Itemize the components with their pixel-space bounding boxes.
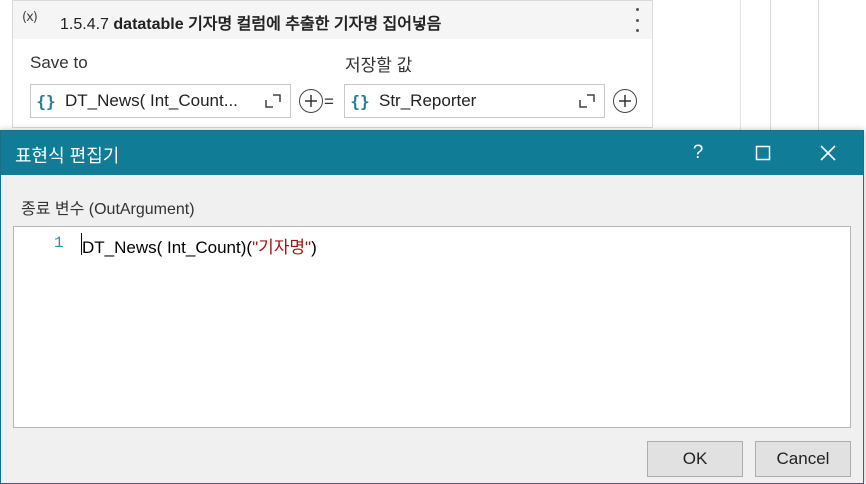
maximize-button[interactable]	[732, 131, 794, 175]
help-button[interactable]: ?	[667, 131, 729, 175]
brace-icon: {}	[36, 91, 56, 111]
ok-button[interactable]: OK	[647, 441, 743, 477]
dialog-title: 표현식 편집기	[15, 146, 120, 166]
expression-code[interactable]: DT_News( Int_Count)("기자명")	[82, 233, 317, 258]
value-field[interactable]: {} Str_Reporter	[344, 84, 605, 118]
line-number: 1	[54, 234, 64, 252]
activity-title: 1.5.4.7 datatable 기자명 컬럼에 추출한 기자명 집어넣음	[60, 10, 441, 34]
expression-editor[interactable]: 1 DT_News( Int_Count)("기자명")	[13, 226, 851, 428]
equals-sign: =	[324, 92, 334, 111]
code-suffix: )	[311, 238, 317, 257]
activity-header[interactable]: (x) 1.5.4.7 datatable 기자명 컬럼에 추출한 기자명 집어…	[13, 1, 652, 39]
argument-label: 종료 변수 (OutArgument)	[21, 201, 195, 218]
maximize-icon	[755, 145, 771, 161]
cancel-button[interactable]: Cancel	[755, 441, 851, 477]
add-circle-icon[interactable]	[299, 89, 323, 113]
designer-guide-line	[740, 0, 741, 130]
expression-editor-dialog: 표현식 편집기 ? 종료 변수 (OutArgument) 1 DT_News(…	[0, 130, 864, 484]
add-circle-icon[interactable]	[613, 89, 637, 113]
code-prefix: DT_News( Int_Count)(	[82, 238, 253, 257]
code-string-literal: "기자명"	[252, 238, 312, 257]
value-label: 저장할 값	[345, 56, 413, 75]
assign-activity-card[interactable]: (x) 1.5.4.7 datatable 기자명 컬럼에 추출한 기자명 집어…	[12, 0, 653, 128]
close-button[interactable]	[797, 131, 859, 175]
activity-number: 1.5.4.7	[60, 16, 109, 33]
save-to-field[interactable]: {} DT_News( Int_Count...	[30, 84, 291, 118]
close-icon	[820, 145, 836, 161]
variable-icon: (x)	[22, 10, 38, 25]
more-options-icon[interactable]	[634, 8, 640, 32]
dialog-titlebar[interactable]: 표현식 편집기 ?	[1, 131, 863, 175]
save-to-value: DT_News( Int_Count...	[65, 91, 238, 110]
activity-name: datatable 기자명 컬럼에 추출한 기자명 집어넣음	[113, 16, 442, 33]
brace-icon: {}	[350, 91, 370, 111]
value-field-value: Str_Reporter	[379, 91, 477, 110]
save-to-label: Save to	[30, 53, 88, 72]
expand-icon[interactable]	[260, 88, 286, 114]
expand-icon[interactable]	[574, 88, 600, 114]
activity-body: Save to 저장할 값 {} DT_News( Int_Count... =…	[13, 39, 652, 127]
